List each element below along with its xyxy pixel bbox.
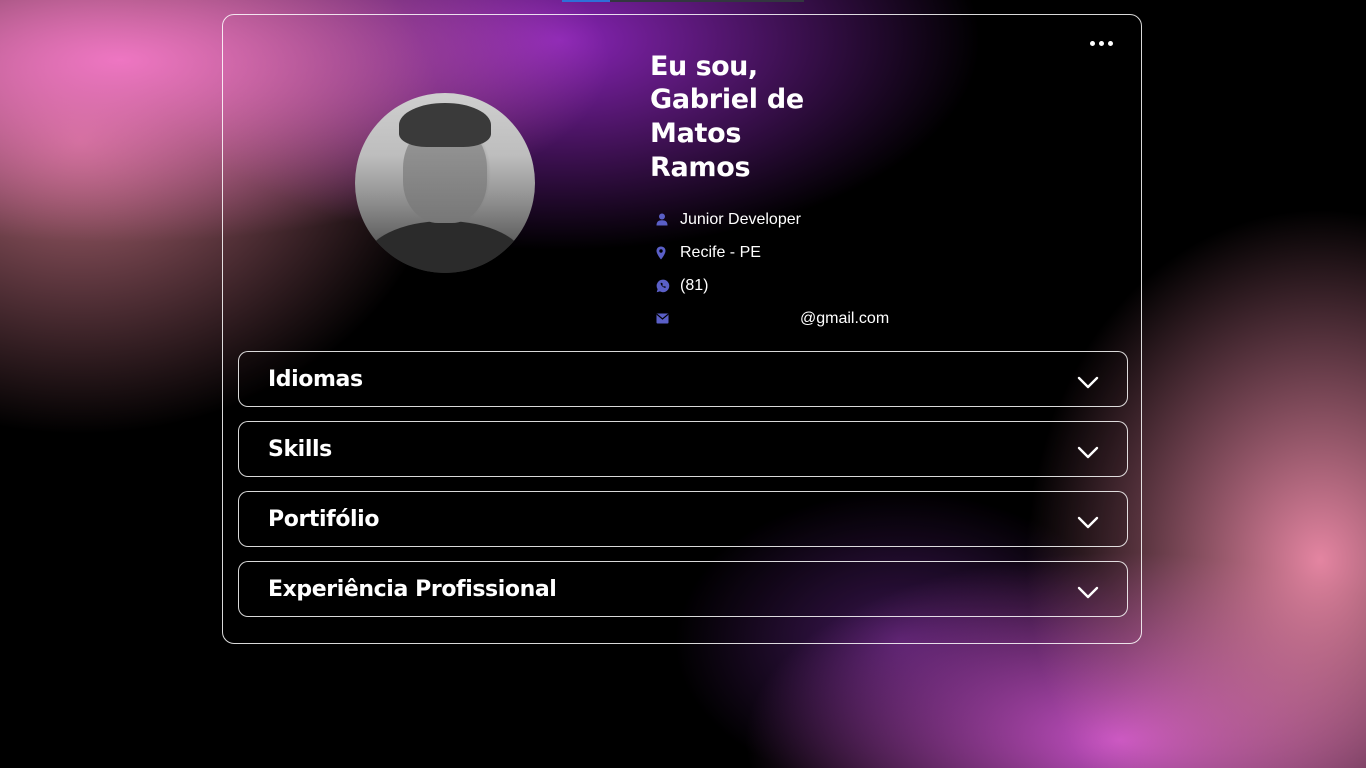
- detail-location: Recife - PE: [650, 236, 889, 269]
- detail-phone[interactable]: (81): [650, 269, 889, 302]
- envelope-icon: [656, 313, 678, 324]
- chevron-down-icon: [1077, 516, 1099, 529]
- greeting: Eu sou,: [650, 51, 758, 82]
- profile-info: Eu sou, Gabriel de Matos Ramos Junior De…: [650, 51, 889, 335]
- detail-role: Junior Developer: [650, 203, 889, 236]
- profile-card: Eu sou, Gabriel de Matos Ramos Junior De…: [222, 14, 1142, 644]
- detail-role-text: Junior Developer: [680, 210, 801, 228]
- section-title: Idiomas: [268, 366, 363, 392]
- map-pin-icon: [656, 246, 678, 260]
- detail-email-text: @gmail.com: [800, 309, 890, 327]
- section-title: Portifólio: [268, 506, 380, 532]
- chevron-down-icon: [1077, 446, 1099, 459]
- detail-email[interactable]: @gmail.com: [650, 302, 889, 335]
- section-skills[interactable]: Skills: [238, 421, 1128, 477]
- user-icon: [656, 213, 678, 226]
- profile-name: Gabriel de Matos Ramos: [650, 84, 804, 183]
- chevron-down-icon: [1077, 586, 1099, 599]
- ellipsis-horizontal-icon[interactable]: [1090, 41, 1113, 46]
- detail-phone-text: (81): [680, 276, 709, 294]
- whatsapp-icon: [656, 279, 678, 293]
- chevron-down-icon: [1077, 376, 1099, 389]
- detail-location-text: Recife - PE: [680, 243, 761, 261]
- avatar: [355, 93, 535, 273]
- section-portifolio[interactable]: Portifólio: [238, 491, 1128, 547]
- section-experiencia-profissional[interactable]: Experiência Profissional: [238, 561, 1128, 617]
- top-progress-indicator: [562, 0, 804, 2]
- section-idiomas[interactable]: Idiomas: [238, 351, 1128, 407]
- top-progress-indicator-active: [562, 0, 610, 2]
- profile-details: Junior Developer Recife - PE (81) @gmail…: [650, 203, 889, 335]
- section-title: Experiência Profissional: [268, 576, 557, 602]
- section-title: Skills: [268, 436, 332, 462]
